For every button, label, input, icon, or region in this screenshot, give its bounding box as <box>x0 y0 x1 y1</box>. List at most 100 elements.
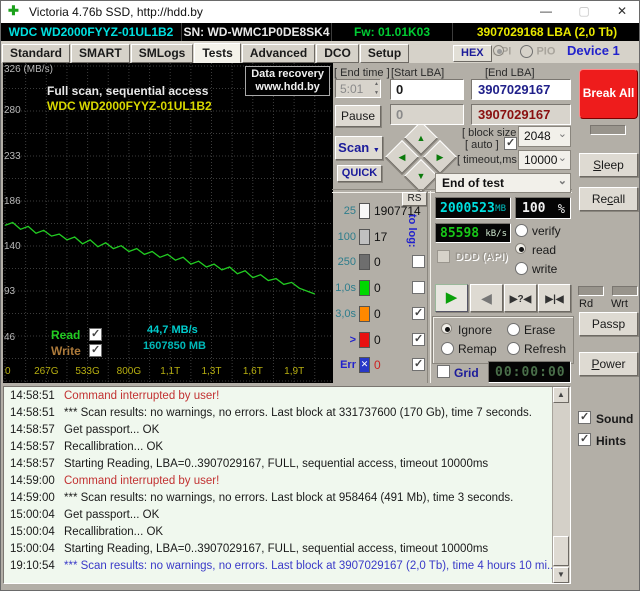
reverse-button[interactable]: ◀ <box>470 284 503 312</box>
log-message: Command interrupted by user! <box>64 390 220 402</box>
close-button[interactable]: ✕ <box>603 1 639 23</box>
x-axis-label: 533G <box>75 366 100 377</box>
log-timestamp: 14:59:00 <box>10 475 55 487</box>
power-button[interactable]: Power <box>579 352 638 376</box>
hist-log-checkbox[interactable] <box>412 332 425 346</box>
log-scrollbar[interactable]: ▲ ▼ <box>552 387 570 583</box>
tab-dco[interactable]: DCO <box>316 44 359 63</box>
read-label: read <box>532 243 557 257</box>
spinner-up-icon[interactable]: ▲ <box>374 80 379 88</box>
write-radio[interactable] <box>515 262 528 275</box>
start-lba-display: 0 <box>390 104 464 125</box>
refresh-label: Refresh <box>524 342 567 356</box>
tab-tests[interactable]: Tests <box>194 43 241 63</box>
hist-log-checkbox[interactable] <box>412 357 425 372</box>
scroll-up-button[interactable]: ▲ <box>553 387 569 403</box>
seek-question-button[interactable]: ▶?◀ <box>504 284 537 312</box>
tab-standard[interactable]: Standard <box>2 44 71 63</box>
spinner-down-icon[interactable]: ▼ <box>374 89 379 97</box>
hist-color-block <box>359 305 370 322</box>
timeout-select[interactable]: 10000 ⌄ <box>518 150 571 170</box>
verify-radio[interactable] <box>515 224 528 237</box>
seek-end-button[interactable]: ▶|◀ <box>538 284 571 312</box>
start-test-button[interactable]: ▶ <box>435 284 468 312</box>
tab-smlogs[interactable]: SMLogs <box>130 44 194 63</box>
hist-log-checkbox[interactable] <box>412 281 425 295</box>
hist-row-label: 3,0s <box>335 307 356 320</box>
hist-log-checkbox[interactable] <box>412 255 425 269</box>
remap-radio[interactable] <box>441 342 454 355</box>
drive-capacity: 3907029168 LBA (2,0 Tb) <box>476 25 618 39</box>
hist-row->: >0 <box>332 331 432 350</box>
api-radio[interactable] <box>493 45 504 56</box>
erase-radio[interactable] <box>507 323 520 336</box>
write-activity-indicator <box>612 286 638 296</box>
pause-button[interactable]: Pause <box>335 105 381 127</box>
auto-checkbox[interactable] <box>504 136 517 150</box>
block-size-select[interactable]: 2048 ⌄ <box>518 126 571 147</box>
hints-label: Hints <box>596 434 626 448</box>
hist-row-label: 250 <box>337 256 356 269</box>
hist-color-block: ✕ <box>359 357 370 374</box>
grid-checkbox[interactable] <box>437 365 450 378</box>
hints-checkbox[interactable] <box>578 432 591 446</box>
y-axis-label: 280 <box>4 105 21 117</box>
log-message: Get passport... OK <box>64 509 160 521</box>
drive-firmware: Fw: 01.01K03 <box>332 23 453 41</box>
right-triangle-icon: ▶ <box>436 151 444 162</box>
hist-row-label: 1,0s <box>335 282 356 295</box>
write-checkbox[interactable] <box>89 343 102 357</box>
scroll-down-button[interactable]: ▼ <box>553 567 569 583</box>
start-lba-input[interactable]: 0 <box>390 79 464 100</box>
hist-row-label: > <box>349 333 356 346</box>
end-time-label: [ End time ] <box>334 67 390 79</box>
log-message: Starting Reading, LBA=0..3907029167, FUL… <box>64 543 489 555</box>
break-all-button[interactable]: Break All <box>579 69 638 119</box>
maximize-button[interactable]: ▢ <box>565 1 603 23</box>
quick-button[interactable]: QUICK <box>337 165 382 182</box>
position-lcd-value: 2000523 <box>440 201 495 216</box>
sleep-button[interactable]: Sleep <box>579 153 638 177</box>
scroll-thumb[interactable] <box>553 536 569 566</box>
y-axis-label: 140 <box>4 240 21 252</box>
start-lba-value: 0 <box>396 82 404 97</box>
ignore-radio[interactable] <box>441 323 452 334</box>
minimize-button[interactable]: — <box>527 1 565 23</box>
log-message: *** Scan results: no warnings, no errors… <box>64 492 514 504</box>
log-line: 14:58:51 Command interrupted by user! <box>4 390 564 407</box>
titlebar: ✚ Victoria 4.76b SSD, http://hdd.by — ▢ … <box>1 1 639 24</box>
log-line: 19:10:54 *** Scan results: no warnings, n… <box>4 560 564 577</box>
tab-setup[interactable]: Setup <box>359 44 410 63</box>
percent-lcd: 100 % <box>515 197 571 219</box>
end-of-test-select[interactable]: End of test ⌄ <box>435 173 571 193</box>
percent-lcd-value: 100 <box>522 201 546 216</box>
end-lba-input[interactable]: 3907029167 <box>471 79 571 100</box>
tab-smart[interactable]: SMART <box>71 44 130 63</box>
hddby-badge: Data recovery www.hdd.by <box>245 66 330 96</box>
hist-row-label: 25 <box>343 205 356 217</box>
log-line: 14:59:00 *** Scan results: no warnings, n… <box>4 492 564 509</box>
passp-button[interactable]: Passp <box>579 312 638 336</box>
window-title: Victoria 4.76b SSD, http://hdd.by <box>29 5 203 19</box>
badge-line2: www.hdd.by <box>255 81 320 93</box>
sound-checkbox[interactable] <box>578 410 591 424</box>
scan-button[interactable]: Scan ▼ <box>335 136 383 160</box>
read-radio[interactable] <box>515 243 526 254</box>
pio-radio-label: PIO <box>536 45 556 58</box>
tab-advanced[interactable]: Advanced <box>241 44 316 63</box>
end-lba-display: 3907029167 <box>471 104 571 125</box>
recall-button[interactable]: Recall <box>579 187 638 211</box>
log-timestamp: 19:10:54 <box>10 560 55 572</box>
play-icon: ▶ <box>445 289 458 306</box>
read-checkbox[interactable] <box>89 327 102 341</box>
x-axis-label: 1,1T <box>160 366 181 377</box>
ddd-label: DDD (API) <box>455 251 508 263</box>
end-time-spinner[interactable]: 5:01 ▲ ▼ <box>335 79 381 98</box>
hist-log-checkbox[interactable] <box>412 306 425 320</box>
refresh-radio[interactable] <box>507 342 520 355</box>
bottom-strip <box>1 584 639 590</box>
hex-button[interactable]: HEX <box>453 45 492 62</box>
pio-radio[interactable] <box>520 45 534 58</box>
block-size-value: 2048 <box>524 129 551 143</box>
graph-drive-model: WDC WD2000FYYZ-01UL1B2 <box>47 99 212 113</box>
